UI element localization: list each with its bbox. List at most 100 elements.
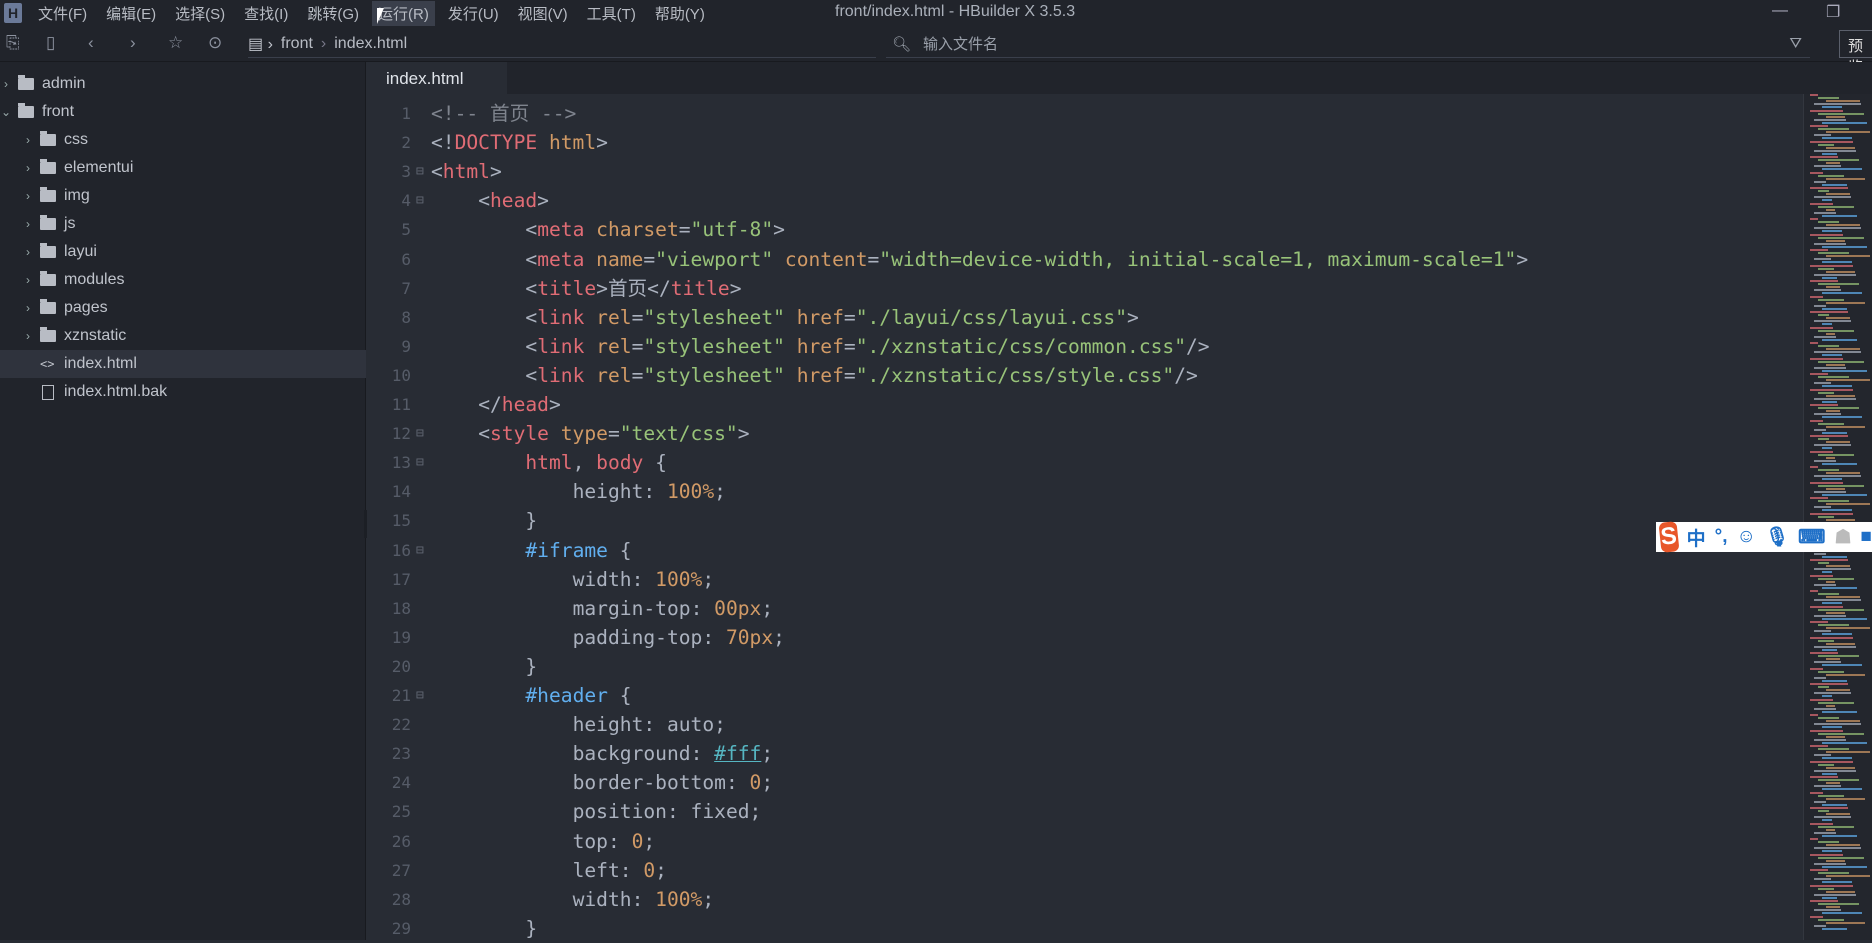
breadcrumb-item[interactable]: front [281,35,313,53]
run-icon[interactable]: ⊙ [208,33,222,53]
minimap-line [1818,97,1839,100]
microphone-icon[interactable]: 🎙︎ [1765,525,1789,549]
minimize-button[interactable]: — [1772,2,1788,20]
minimap-line [1822,509,1852,512]
token-p: : [690,596,715,620]
minimap-line [1810,621,1828,623]
tree-item-pages[interactable]: › pages [0,294,366,322]
minimap-line [1818,314,1829,317]
user-icon[interactable]: ☗ [1834,526,1851,549]
minimap-line [1826,146,1855,149]
token-p: < [525,276,538,300]
line-number: 27 [391,860,411,880]
menu-item[interactable]: 编辑(E) [100,1,162,26]
chevron-right-icon[interactable]: › [22,273,34,287]
minimap-line [1814,692,1851,695]
chevron-right-icon[interactable]: › [22,301,34,315]
chevron-right-icon[interactable]: › [22,217,34,231]
token-p: , [572,451,597,475]
chevron-right-icon[interactable]: › [22,133,34,147]
minimap-line [1822,261,1852,264]
token-tag: style [489,422,549,446]
keyboard-icon[interactable]: ⌨ [1798,526,1825,549]
menu-item[interactable]: 选择(S) [169,1,231,26]
menu-item[interactable]: 视图(V) [512,1,574,26]
tree-item-xznstatic[interactable]: › xznstatic [0,322,366,350]
minimap-line [1818,841,1839,844]
minimap-line [1810,776,1838,778]
project-explorer: › admin ⌄ front › css › elementui › img › js › layui ›… [0,62,366,940]
tree-item-img[interactable]: › img [0,182,366,210]
fold-icon[interactable]: ⊟ [416,157,424,186]
token-num: 0 [643,858,656,882]
minimap-line [1826,797,1865,800]
minimap-line [1826,162,1840,165]
file-search-input[interactable]: 🔍︎ 输入文件名 ⛛ [886,30,1810,58]
minimap-line [1822,896,1837,899]
token-str: "width=device-width, initial-scale=1, ma… [879,247,1517,271]
html-file-icon: <> [40,357,55,371]
fold-icon[interactable]: ⊟ [416,536,424,565]
chevron-right-icon[interactable]: › [22,189,34,203]
chevron-right-icon[interactable]: › [22,161,34,175]
filter-icon[interactable]: ⛛ [1789,35,1802,52]
menu-item[interactable]: 文件(F) [32,1,93,26]
fold-icon[interactable]: ⊟ [416,681,424,710]
tree-item-label: img [64,187,90,204]
token-sel: #header [525,684,608,707]
minimap-line [1810,745,1828,747]
restore-button[interactable]: ❐ [1826,2,1840,22]
tree-item-label: index.html.bak [64,383,168,400]
menu-bar: H 文件(F) 编辑(E) 选择(S) 查找(I) 跳转(G) 运行(R) 发行(U) 视图(… [0,0,1872,26]
ime-punct-toggle[interactable]: °, [1715,526,1728,548]
chevron-right-icon[interactable]: › [22,245,34,259]
menu-item[interactable]: 发行(U) [442,1,505,26]
chevron-right-icon[interactable]: › [0,77,12,91]
code-text: <head> [478,186,549,215]
save-icon[interactable]: ▯ [46,33,55,53]
minimap-line [1810,156,1838,158]
token-str: "text/css" [619,422,738,446]
minimap-line [1818,593,1839,596]
ime-mode-toggle[interactable]: 中 [1687,524,1706,551]
token-prop: width [572,567,632,591]
chevron-down-icon[interactable]: ⌄ [0,105,12,119]
minimap-line [1818,918,1844,921]
bookmark-star-icon[interactable]: ☆ [168,33,183,53]
chevron-right-icon[interactable]: › [22,329,34,343]
minimap-line [1810,822,1833,825]
fold-icon[interactable]: ⊟ [416,186,424,215]
skin-icon[interactable]: ■ [1861,526,1872,548]
menu-item[interactable]: 跳转(G) [301,1,365,26]
menu-item[interactable]: 查找(I) [238,1,294,26]
tree-item-elementui[interactable]: › elementui [0,154,366,182]
fold-icon[interactable]: ⊟ [416,448,424,477]
back-icon[interactable]: ‹ [88,33,94,53]
menu-item[interactable]: 帮助(Y) [649,1,711,26]
menu-item[interactable]: 工具(T) [581,1,642,26]
tree-item-admin[interactable]: › admin [0,70,366,98]
code-editor[interactable]: 1 <!-- 首页 --> 2 <!DOCTYPE html> 3 ⊟ <html> 4 ⊟ <h… [367,94,1803,940]
code-text: html, body { [525,448,667,477]
tree-item-index-html[interactable]: <> index.html [0,350,366,378]
tree-item-modules[interactable]: › modules [0,266,366,294]
minimap-line [1810,249,1828,251]
token-p: : [725,771,750,795]
token-prop: top [572,829,608,853]
minimap-line [1814,785,1841,788]
minimap-line [1818,655,1859,658]
new-file-icon[interactable]: ⎘ [6,33,20,53]
tree-item-front[interactable]: ⌄ front [0,98,366,126]
token-p: = [631,363,644,387]
tree-item-css[interactable]: › css [0,126,366,154]
preview-button[interactable]: 预览 [1839,30,1872,76]
minimap[interactable] [1803,94,1872,940]
tree-item-js[interactable]: › js [0,210,366,238]
breadcrumb-item[interactable]: index.html [334,35,407,53]
fold-icon[interactable]: ⊟ [416,419,424,448]
emoji-icon[interactable]: ☺ [1737,526,1756,548]
forward-icon[interactable]: › [130,33,136,53]
tree-item-layui[interactable]: › layui [0,238,366,266]
tab-index-html[interactable]: index.html [367,62,507,94]
tree-item-index-html-bak[interactable]: index.html.bak [0,378,366,406]
